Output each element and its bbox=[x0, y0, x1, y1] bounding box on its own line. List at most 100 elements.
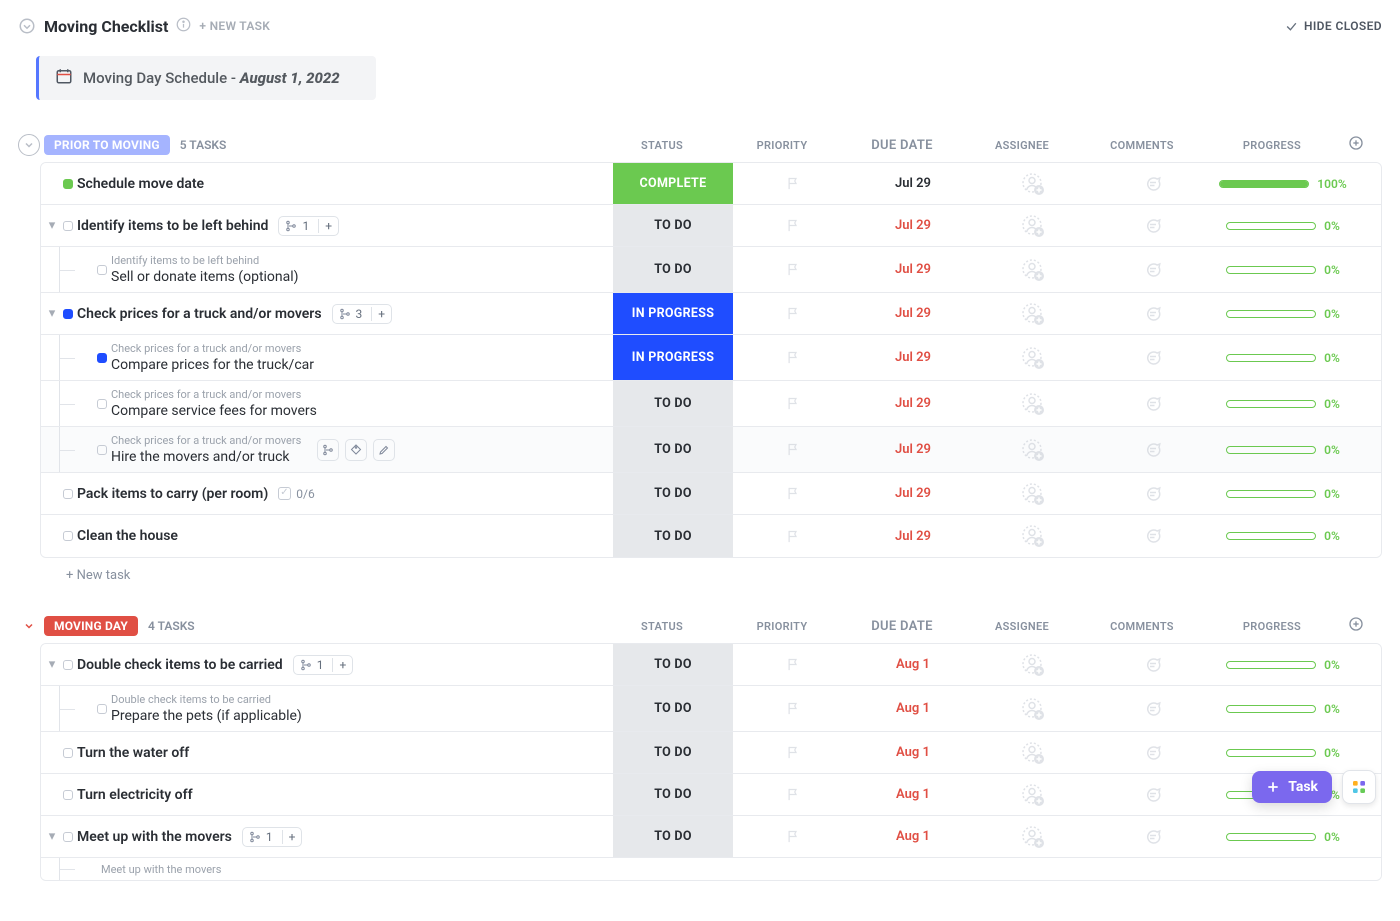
col-comments[interactable]: COMMENTS bbox=[1082, 139, 1202, 152]
comments-cell[interactable] bbox=[1093, 656, 1213, 674]
progress-cell[interactable]: 0% bbox=[1213, 529, 1353, 543]
status-square-icon[interactable] bbox=[63, 832, 73, 842]
status-cell[interactable]: TO DO bbox=[613, 473, 733, 514]
col-comments[interactable]: COMMENTS bbox=[1082, 620, 1202, 633]
due-date-cell[interactable]: Jul 29 bbox=[853, 218, 973, 233]
progress-cell[interactable]: 100% bbox=[1213, 177, 1353, 191]
comments-cell[interactable] bbox=[1093, 485, 1213, 503]
col-priority[interactable]: PRIORITY bbox=[722, 620, 842, 633]
due-date-cell[interactable]: Aug 1 bbox=[853, 745, 973, 760]
task-row[interactable]: Identify items to be left behindSell or … bbox=[41, 247, 1381, 293]
priority-cell[interactable] bbox=[733, 529, 853, 544]
comments-cell[interactable] bbox=[1093, 700, 1213, 718]
task-name[interactable]: Prepare the pets (if applicable) bbox=[111, 708, 302, 724]
comments-cell[interactable] bbox=[1093, 349, 1213, 367]
col-progress[interactable]: PROGRESS bbox=[1202, 620, 1342, 633]
progress-cell[interactable]: 0% bbox=[1213, 443, 1353, 457]
col-progress[interactable]: PROGRESS bbox=[1202, 139, 1342, 152]
priority-cell[interactable] bbox=[733, 657, 853, 672]
task-name[interactable]: Turn the water off bbox=[77, 745, 189, 761]
col-priority[interactable]: PRIORITY bbox=[722, 139, 842, 152]
task-row[interactable]: Schedule move dateCOMPLETEJul 29100% bbox=[41, 163, 1381, 205]
apps-button[interactable] bbox=[1342, 770, 1376, 804]
due-date-cell[interactable]: Jul 29 bbox=[853, 176, 973, 191]
progress-cell[interactable]: 0% bbox=[1213, 307, 1353, 321]
task-name[interactable]: Compare prices for the truck/car bbox=[111, 357, 314, 373]
progress-cell[interactable]: 0% bbox=[1213, 219, 1353, 233]
col-status[interactable]: STATUS bbox=[602, 620, 722, 633]
expand-icon[interactable]: ▾ bbox=[49, 218, 56, 233]
progress-cell[interactable]: 0% bbox=[1213, 487, 1353, 501]
priority-cell[interactable] bbox=[733, 829, 853, 844]
col-assignee[interactable]: ASSIGNEE bbox=[962, 139, 1082, 152]
priority-cell[interactable] bbox=[733, 486, 853, 501]
assignee-cell[interactable] bbox=[973, 392, 1093, 416]
status-cell[interactable]: TO DO bbox=[613, 732, 733, 773]
new-task-button[interactable]: + New task bbox=[66, 568, 1382, 583]
task-name[interactable]: Schedule move date bbox=[77, 176, 204, 192]
progress-cell[interactable]: 0% bbox=[1213, 746, 1353, 760]
subtask-count-pill[interactable]: 1+ bbox=[242, 827, 303, 847]
expand-icon[interactable]: ▾ bbox=[49, 306, 56, 321]
tag-button[interactable] bbox=[345, 439, 367, 461]
status-square-icon[interactable] bbox=[63, 221, 73, 231]
priority-cell[interactable] bbox=[733, 262, 853, 277]
progress-cell[interactable]: 0% bbox=[1213, 702, 1353, 716]
subtask-count-pill[interactable]: 1+ bbox=[293, 655, 354, 675]
task-name[interactable]: Pack items to carry (per room) bbox=[77, 486, 268, 502]
due-date-cell[interactable]: Jul 29 bbox=[853, 442, 973, 457]
comments-cell[interactable] bbox=[1093, 744, 1213, 762]
progress-cell[interactable]: 0% bbox=[1213, 397, 1353, 411]
schedule-banner[interactable]: Moving Day Schedule - August 1, 2022 bbox=[36, 56, 376, 100]
task-row[interactable]: Turn the water off TO DO Aug 1 0% bbox=[41, 732, 1381, 774]
add-subtask-icon[interactable]: + bbox=[318, 219, 332, 233]
task-row[interactable]: Clean the houseTO DOJul 290% bbox=[41, 515, 1381, 557]
assignee-cell[interactable] bbox=[973, 438, 1093, 462]
priority-cell[interactable] bbox=[733, 701, 853, 716]
comments-cell[interactable] bbox=[1093, 261, 1213, 279]
status-square-icon[interactable] bbox=[97, 353, 107, 363]
comments-cell[interactable] bbox=[1093, 217, 1213, 235]
status-cell[interactable]: TO DO bbox=[613, 381, 733, 426]
status-square-icon[interactable] bbox=[63, 309, 73, 319]
status-square-icon[interactable] bbox=[97, 704, 107, 714]
task-name[interactable]: Identify items to be left behind bbox=[77, 218, 268, 234]
task-row[interactable]: Check prices for a truck and/or moversHi… bbox=[41, 427, 1381, 473]
progress-cell[interactable]: 0% bbox=[1213, 351, 1353, 365]
section-name[interactable]: MOVING DAY bbox=[44, 616, 138, 636]
col-due[interactable]: DUE DATE bbox=[842, 619, 962, 634]
task-row[interactable]: Meet up with the movers bbox=[41, 858, 1381, 880]
status-square-icon[interactable] bbox=[97, 265, 107, 275]
subtask-count-pill[interactable]: 1+ bbox=[278, 216, 339, 236]
add-column-button[interactable] bbox=[1342, 135, 1370, 155]
due-date-cell[interactable]: Jul 29 bbox=[853, 396, 973, 411]
comments-cell[interactable] bbox=[1093, 441, 1213, 459]
status-square-icon[interactable] bbox=[63, 790, 73, 800]
comments-cell[interactable] bbox=[1093, 305, 1213, 323]
status-square-icon[interactable] bbox=[97, 399, 107, 409]
task-row[interactable]: Pack items to carry (per room)0/6TO DOJu… bbox=[41, 473, 1381, 515]
section-name[interactable]: PRIOR TO MOVING bbox=[44, 135, 170, 155]
due-date-cell[interactable]: Aug 1 bbox=[853, 701, 973, 716]
priority-cell[interactable] bbox=[733, 350, 853, 365]
due-date-cell[interactable]: Jul 29 bbox=[853, 486, 973, 501]
status-square-icon[interactable] bbox=[63, 179, 73, 189]
comments-cell[interactable] bbox=[1093, 828, 1213, 846]
assignee-cell[interactable] bbox=[973, 783, 1093, 807]
due-date-cell[interactable]: Jul 29 bbox=[853, 262, 973, 277]
due-date-cell[interactable]: Aug 1 bbox=[853, 657, 973, 672]
progress-cell[interactable]: 0% bbox=[1213, 263, 1353, 277]
hide-closed-button[interactable]: HIDE CLOSED bbox=[1285, 19, 1382, 33]
add-subtask-icon[interactable]: + bbox=[282, 830, 296, 844]
status-cell[interactable]: TO DO bbox=[613, 515, 733, 557]
assignee-cell[interactable] bbox=[973, 214, 1093, 238]
due-date-cell[interactable]: Aug 1 bbox=[853, 829, 973, 844]
task-name[interactable]: Compare service fees for movers bbox=[111, 403, 317, 419]
status-square-icon[interactable] bbox=[63, 660, 73, 670]
assignee-cell[interactable] bbox=[973, 302, 1093, 326]
task-row[interactable]: Double check items to be carriedPrepare … bbox=[41, 686, 1381, 732]
task-row[interactable]: ▾Double check items to be carried 1+TO D… bbox=[41, 644, 1381, 686]
task-row[interactable]: Check prices for a truck and/or moversCo… bbox=[41, 381, 1381, 427]
status-square-icon[interactable] bbox=[63, 748, 73, 758]
status-cell[interactable]: IN PROGRESS bbox=[613, 335, 733, 380]
